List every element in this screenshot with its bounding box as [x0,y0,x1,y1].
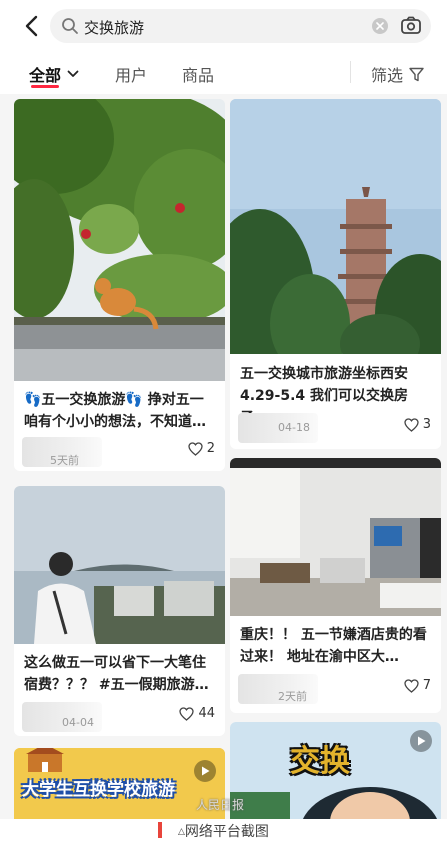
active-tab-indicator [31,85,59,88]
tab-all[interactable]: 全部 [29,62,79,86]
heart-icon [179,706,195,721]
search-icon [62,18,78,34]
note-card[interactable]: 五一交换城市旅游坐标西安4.29-5.4 我们可以交换房子… 04-18 3 [230,99,441,449]
note-meta: 04-04 44 [22,702,215,732]
filter-label: 筛选 [371,66,404,85]
note-meta: 5天前 2 [22,437,215,467]
note-cover-image [14,486,225,644]
note-card[interactable]: 大学生互换学校旅游 [14,748,225,819]
like-number: 44 [198,706,215,721]
chevron-down-icon [67,70,79,77]
video-play-icon [194,760,216,782]
cover-headline: 交换 [290,744,350,779]
note-title: 👣五一交换旅游👣 挣对五一咱有个小小的想法，不知道… [24,392,206,430]
like-number: 7 [422,678,431,693]
tab-products[interactable]: 商品 [182,62,214,86]
image-caption: △网络平台截图 [0,819,447,845]
search-box[interactable]: 交换旅游 [50,9,431,43]
note-meta: 04-18 3 [238,413,431,443]
cover-headline: 大学生互换学校旅游 [22,780,175,800]
note-card[interactable]: 交换 [230,722,441,819]
back-arrow-icon [25,15,38,37]
video-play-icon [410,730,432,752]
search-query[interactable]: 交换旅游 [84,17,144,38]
note-title: 这么做五一可以省下一大笔住宿费？？？ #五一假期旅游… [24,655,209,693]
filter-button[interactable]: 筛选 [371,62,424,86]
note-cover-image [230,99,441,354]
divider [350,61,351,83]
search-header: 交换旅游 [0,0,447,52]
watermark: 人民日报 [196,798,245,812]
heart-icon [404,417,419,432]
caption-text: △网络平台截图 [178,821,269,841]
caption-bar [158,822,162,838]
like-count[interactable]: 2 [188,441,215,456]
caption-label: 网络平台截图 [184,824,269,840]
note-card[interactable]: 重庆！！ 五一节嫌酒店贵的看过来！ 地址在渝中区大… 2天前 7 [230,458,441,713]
note-date: 5天前 [50,454,79,467]
funnel-icon [409,67,424,81]
camera-icon[interactable] [400,16,422,36]
note-card[interactable]: 👣五一交换旅游👣 挣对五一咱有个小小的想法，不知道… 5天前 2 [14,99,225,471]
note-title: 重庆！！ 五一节嫌酒店贵的看过来！ 地址在渝中区大… [240,627,427,665]
tab-users[interactable]: 用户 [115,62,147,86]
tab-bar: 全部 用户 商品 筛选 [0,52,447,94]
like-count[interactable]: 3 [404,417,431,432]
like-count[interactable]: 7 [404,678,431,693]
caption-triangle-icon: △ [178,827,185,837]
heart-icon [404,678,419,693]
note-cover-image [230,458,441,616]
back-button[interactable] [18,11,44,41]
like-number: 2 [206,441,215,456]
note-date: 04-04 [62,716,94,729]
note-cover-image [14,99,225,381]
like-count[interactable]: 44 [179,706,215,721]
clear-icon[interactable] [372,18,388,34]
note-date: 2天前 [278,690,307,703]
note-meta: 2天前 7 [238,674,431,704]
heart-icon [188,441,203,456]
note-cover-image: 交换 [230,722,441,819]
tab-all-label: 全部 [29,66,62,85]
note-date: 04-18 [278,421,310,434]
like-number: 3 [422,417,431,432]
results-feed[interactable]: 👣五一交换旅游👣 挣对五一咱有个小小的想法，不知道… 5天前 2 五一交换城市旅… [0,94,447,819]
note-cover-image: 大学生互换学校旅游 [14,748,225,819]
note-card[interactable]: 这么做五一可以省下一大笔住宿费？？？ #五一假期旅游… 04-04 44 [14,486,225,736]
